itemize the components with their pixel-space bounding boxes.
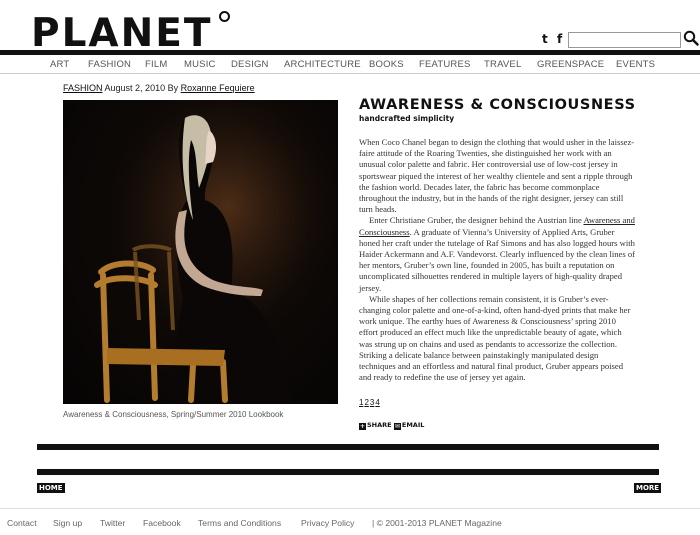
envelope-icon[interactable]: ✉ <box>393 423 401 430</box>
nav-item-music[interactable]: MUSIC <box>184 59 216 70</box>
lookbook-photo <box>63 100 338 404</box>
main-nav: ART FASHION FILM MUSIC DESIGN ARCHITECTU… <box>0 59 700 71</box>
nav-item-features[interactable]: FEATURES <box>419 59 471 70</box>
page-link-3[interactable]: 3 <box>370 398 374 407</box>
footer-link-contact[interactable]: Contact <box>7 518 37 528</box>
article-title: AWARENESS & CONSCIOUSNESS <box>359 97 636 113</box>
twitter-icon[interactable]: t <box>542 32 548 46</box>
more-button[interactable]: MORE <box>634 483 662 493</box>
nav-item-architecture[interactable]: ARCHITECTURE <box>284 59 361 70</box>
page-link-2[interactable]: 2 <box>364 398 368 407</box>
byline: FASHION August 2, 2010 By Roxanne Fequie… <box>63 83 255 93</box>
category-link[interactable]: FASHION <box>63 83 103 93</box>
footer-divider <box>0 508 700 509</box>
nav-divider <box>0 73 700 74</box>
footer-link-twitter[interactable]: Twitter <box>100 518 125 528</box>
copyright: | © 2001-2013 PLANET Magazine <box>372 518 502 528</box>
nav-item-art[interactable]: ART <box>50 59 69 70</box>
email-button[interactable]: EMAIL <box>402 421 425 429</box>
page-link-4[interactable]: 4 <box>375 398 379 407</box>
nav-item-books[interactable]: BOOKS <box>369 59 404 70</box>
footer-link-facebook[interactable]: Facebook <box>143 518 181 528</box>
footer-link-privacy[interactable]: Privacy Policy <box>301 518 354 528</box>
photo-caption: Awareness & Consciousness, Spring/Summer… <box>63 410 284 419</box>
pagination: 1234 <box>359 398 381 407</box>
page-link-1[interactable]: 1 <box>359 398 363 407</box>
home-button[interactable]: HOME <box>37 483 65 493</box>
facebook-icon[interactable]: f <box>557 32 562 46</box>
nav-item-greenspace[interactable]: GREENSPACE <box>537 59 604 70</box>
nav-item-events[interactable]: EVENTS <box>616 59 655 70</box>
header-bar <box>0 50 700 55</box>
plus-icon[interactable]: + <box>359 423 366 430</box>
nav-item-film[interactable]: FILM <box>145 59 167 70</box>
search-icon[interactable] <box>683 30 699 46</box>
byline-by: By <box>167 83 179 93</box>
nav-item-fashion[interactable]: FASHION <box>88 59 131 70</box>
planet-logo[interactable]: PLANET <box>31 14 213 53</box>
article-paragraph-1: When Coco Chanel began to design the clo… <box>359 137 635 215</box>
article-body: When Coco Chanel began to design the clo… <box>359 137 636 383</box>
nav-item-design[interactable]: DESIGN <box>231 59 269 70</box>
section-divider-bottom <box>37 469 659 475</box>
share-button[interactable]: SHARE <box>367 421 392 429</box>
logo-ring-icon <box>219 11 230 22</box>
article-paragraph-2: Enter Christiane Gruber, the designer be… <box>359 215 636 293</box>
nav-item-travel[interactable]: TRAVEL <box>484 59 521 70</box>
article-subtitle: handcrafted simplicity <box>359 114 455 123</box>
paragraph-2-lead: Enter Christiane Gruber, the designer be… <box>369 215 584 226</box>
search-input[interactable] <box>568 32 681 48</box>
footer-link-signup[interactable]: Sign up <box>53 518 82 528</box>
article-paragraph-3: While shapes of her collections remain c… <box>359 293 631 383</box>
share-row: + SHARE ✉ EMAIL <box>359 421 424 430</box>
footer-link-terms[interactable]: Terms and Conditions <box>198 518 281 528</box>
author-link[interactable]: Roxanne Fequiere <box>181 83 255 93</box>
section-divider-top <box>37 444 659 450</box>
photo-illustration <box>63 100 338 404</box>
post-date: August 2, 2010 <box>104 83 166 93</box>
